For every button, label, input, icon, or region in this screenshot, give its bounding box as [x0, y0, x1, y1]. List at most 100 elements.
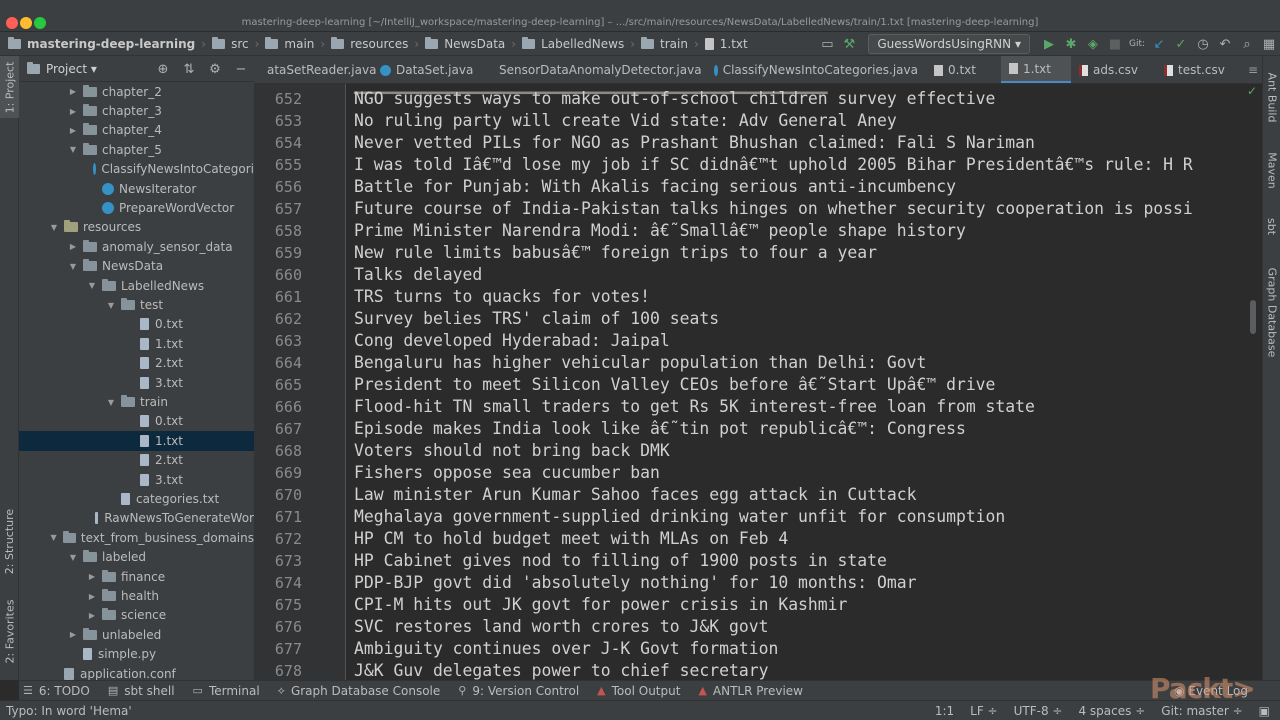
editor-tab[interactable]: ads.csv: [1071, 56, 1156, 83]
breadcrumb-newsdata[interactable]: NewsData: [421, 32, 509, 56]
tool-tab-favorites[interactable]: 2: Favorites: [0, 591, 19, 671]
tree-item[interactable]: simple.py: [19, 645, 254, 664]
locate-target-icon[interactable]: ⊕: [150, 62, 176, 77]
tool-version-control[interactable]: ⚲ 9: Version Control: [458, 684, 579, 698]
encoding-select[interactable]: UTF-8 ÷: [1014, 704, 1063, 718]
editor-tab[interactable]: 0.txt: [926, 56, 1001, 83]
chevron-right-icon[interactable]: ▶: [67, 126, 79, 135]
tree-item[interactable]: ▶ chapter_4: [19, 121, 254, 140]
revert-icon[interactable]: ↶: [1214, 37, 1236, 52]
tool-graph-database-console[interactable]: ⟡ Graph Database Console: [278, 684, 441, 698]
breadcrumb-main[interactable]: main: [261, 32, 318, 56]
tree-item[interactable]: ▶ chapter_2: [19, 82, 254, 101]
tree-item[interactable]: ▼ test: [19, 295, 254, 314]
tree-item[interactable]: ▶ health: [19, 586, 254, 605]
tree-item[interactable]: ▶ unlabeled: [19, 625, 254, 644]
debug-bug-icon[interactable]: ✱: [1060, 37, 1082, 52]
tree-item[interactable]: 0.txt: [19, 412, 254, 431]
chevron-down-icon[interactable]: ▼: [105, 301, 117, 310]
tree-item[interactable]: ▼ train: [19, 392, 254, 411]
tool-tab-structure[interactable]: 2: Structure: [0, 496, 19, 586]
stop-icon[interactable]: ■: [1104, 37, 1126, 52]
editor-tab[interactable]: DataSet.java: [372, 56, 486, 83]
editor-content[interactable]: ▁▁▁▁▁▁▁▁▁▁▁▁▁▁▁▁▁▁▁▁▁▁▁▁▁▁▁▁▁▁▁▁▁▁▁▁▁▁▁▁…: [346, 84, 1262, 680]
lock-icon[interactable]: ▣: [1259, 704, 1270, 718]
chevron-down-icon[interactable]: ▼: [67, 262, 79, 271]
tree-item[interactable]: ▼ LabelledNews: [19, 276, 254, 295]
tree-item[interactable]: NewsIterator: [19, 179, 254, 198]
tree-item[interactable]: 0.txt: [19, 315, 254, 334]
editor-scrollbar-thumb[interactable]: [1250, 300, 1256, 334]
chevron-right-icon[interactable]: ▶: [67, 242, 79, 251]
caret-position[interactable]: 1:1: [935, 704, 954, 718]
tree-item[interactable]: 2.txt: [19, 451, 254, 470]
breadcrumb-labellednews[interactable]: LabelledNews: [518, 32, 628, 56]
tree-item[interactable]: ▶ anomaly_sensor_data: [19, 237, 254, 256]
tree-item[interactable]: application.conf: [19, 664, 254, 680]
breadcrumb-resources[interactable]: resources: [327, 32, 412, 56]
tree-item[interactable]: 2.txt: [19, 354, 254, 373]
tree-item[interactable]: RawNewsToGenerateWor: [19, 509, 254, 528]
chevron-down-icon[interactable]: ▼: [86, 281, 98, 290]
tool-terminal[interactable]: ▭ Terminal: [193, 684, 260, 698]
run-icon[interactable]: ▶: [1038, 37, 1060, 52]
tree-item[interactable]: 1.txt: [19, 431, 254, 451]
project-structure-icon[interactable]: ▭: [816, 37, 838, 52]
tool-tool-output[interactable]: ▲ Tool Output: [597, 684, 680, 698]
tool-tab-project[interactable]: 1: Project: [0, 56, 19, 118]
chevron-right-icon[interactable]: ▶: [86, 572, 98, 581]
editor-tab[interactable]: ClassifyNewsIntoCategories.java: [706, 56, 926, 83]
tree-item[interactable]: ▶ science: [19, 606, 254, 625]
tree-item[interactable]: ▶ finance: [19, 567, 254, 586]
coverage-icon[interactable]: ◈: [1082, 37, 1104, 52]
hide-panel-icon[interactable]: −: [228, 62, 254, 77]
chevron-down-icon[interactable]: ▼: [48, 223, 60, 232]
tool-tab-graph-database[interactable]: Graph Database: [1263, 260, 1280, 364]
build-hammer-icon[interactable]: ⚒: [838, 37, 860, 52]
tree-item[interactable]: ClassifyNewsIntoCategori: [19, 160, 254, 179]
chevron-right-icon[interactable]: ▶: [86, 611, 98, 620]
tree-item[interactable]: 1.txt: [19, 334, 254, 353]
vcs-update-icon[interactable]: ↙: [1148, 37, 1170, 52]
chevron-right-icon[interactable]: ▶: [67, 107, 79, 116]
breadcrumb-src[interactable]: src: [208, 32, 253, 56]
chevron-down-icon[interactable]: ▼: [67, 145, 79, 154]
tool-tab-maven[interactable]: Maven: [1263, 140, 1280, 200]
chevron-right-icon[interactable]: ▶: [86, 592, 98, 601]
vcs-commit-icon[interactable]: ✓: [1170, 37, 1192, 52]
tree-item[interactable]: ▼ text_from_business_domains: [19, 528, 254, 547]
tree-item[interactable]: ▼ NewsData: [19, 257, 254, 276]
chevron-down-icon[interactable]: ▼: [48, 533, 59, 542]
inspection-ok-icon[interactable]: ✓: [1247, 84, 1257, 98]
tree-item[interactable]: ▼ labeled: [19, 548, 254, 567]
editor-tab[interactable]: test.csv: [1156, 56, 1241, 83]
editor-tab[interactable]: 1.txt: [1001, 56, 1071, 83]
breadcrumb-file[interactable]: 1.txt: [701, 32, 752, 56]
git-branch-select[interactable]: Git: master ÷: [1161, 704, 1242, 718]
tree-item[interactable]: ▼ resources: [19, 218, 254, 237]
tree-item[interactable]: ▶ chapter_3: [19, 101, 254, 120]
chevron-down-icon[interactable]: ▼: [67, 553, 79, 562]
chevron-down-icon[interactable]: ▼: [105, 398, 117, 407]
tool-sbt-shell[interactable]: ▤ sbt shell: [108, 684, 175, 698]
tree-item[interactable]: 3.txt: [19, 373, 254, 392]
project-view-select[interactable]: Project ▾: [19, 61, 97, 76]
tab-overflow-icon[interactable]: ≡: [1248, 56, 1258, 83]
layout-icon[interactable]: ▦: [1258, 37, 1280, 52]
tree-item[interactable]: PrepareWordVector: [19, 198, 254, 217]
tool-antlr-preview[interactable]: ▲ ANTLR Preview: [698, 684, 803, 698]
tree-item[interactable]: categories.txt: [19, 489, 254, 508]
line-separator-select[interactable]: LF ÷: [970, 704, 997, 718]
chevron-right-icon[interactable]: ▶: [67, 87, 79, 96]
breadcrumb-train[interactable]: train: [637, 32, 692, 56]
editor-tab[interactable]: SensorDataAnomalyDetector.java: [486, 56, 706, 83]
history-clock-icon[interactable]: ◷: [1192, 37, 1214, 52]
tool-tab-sbt[interactable]: sbt: [1263, 208, 1280, 244]
collapse-all-icon[interactable]: ⇅: [176, 62, 202, 77]
indent-select[interactable]: 4 spaces ÷: [1078, 704, 1145, 718]
gear-icon[interactable]: ⚙: [202, 62, 228, 77]
chevron-right-icon[interactable]: ▶: [67, 630, 79, 639]
tree-item[interactable]: 3.txt: [19, 470, 254, 489]
run-configuration-select[interactable]: GuessWordsUsingRNN ▾: [868, 34, 1030, 54]
tool-todo[interactable]: ☰ 6: TODO: [23, 684, 90, 698]
